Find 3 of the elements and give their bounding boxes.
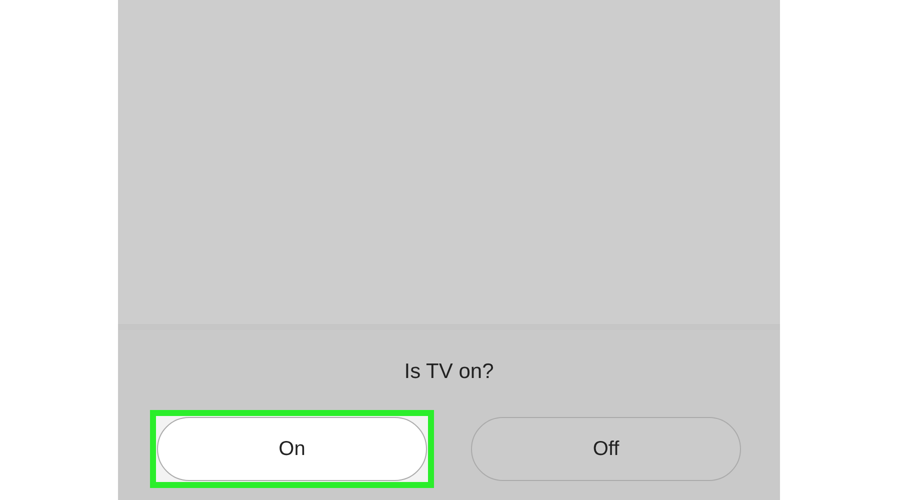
- answer-button[interactable]: On: [157, 416, 427, 480]
- answer-button[interactable]: Off: [471, 416, 741, 480]
- dialog-question: Is TV on?: [404, 359, 494, 385]
